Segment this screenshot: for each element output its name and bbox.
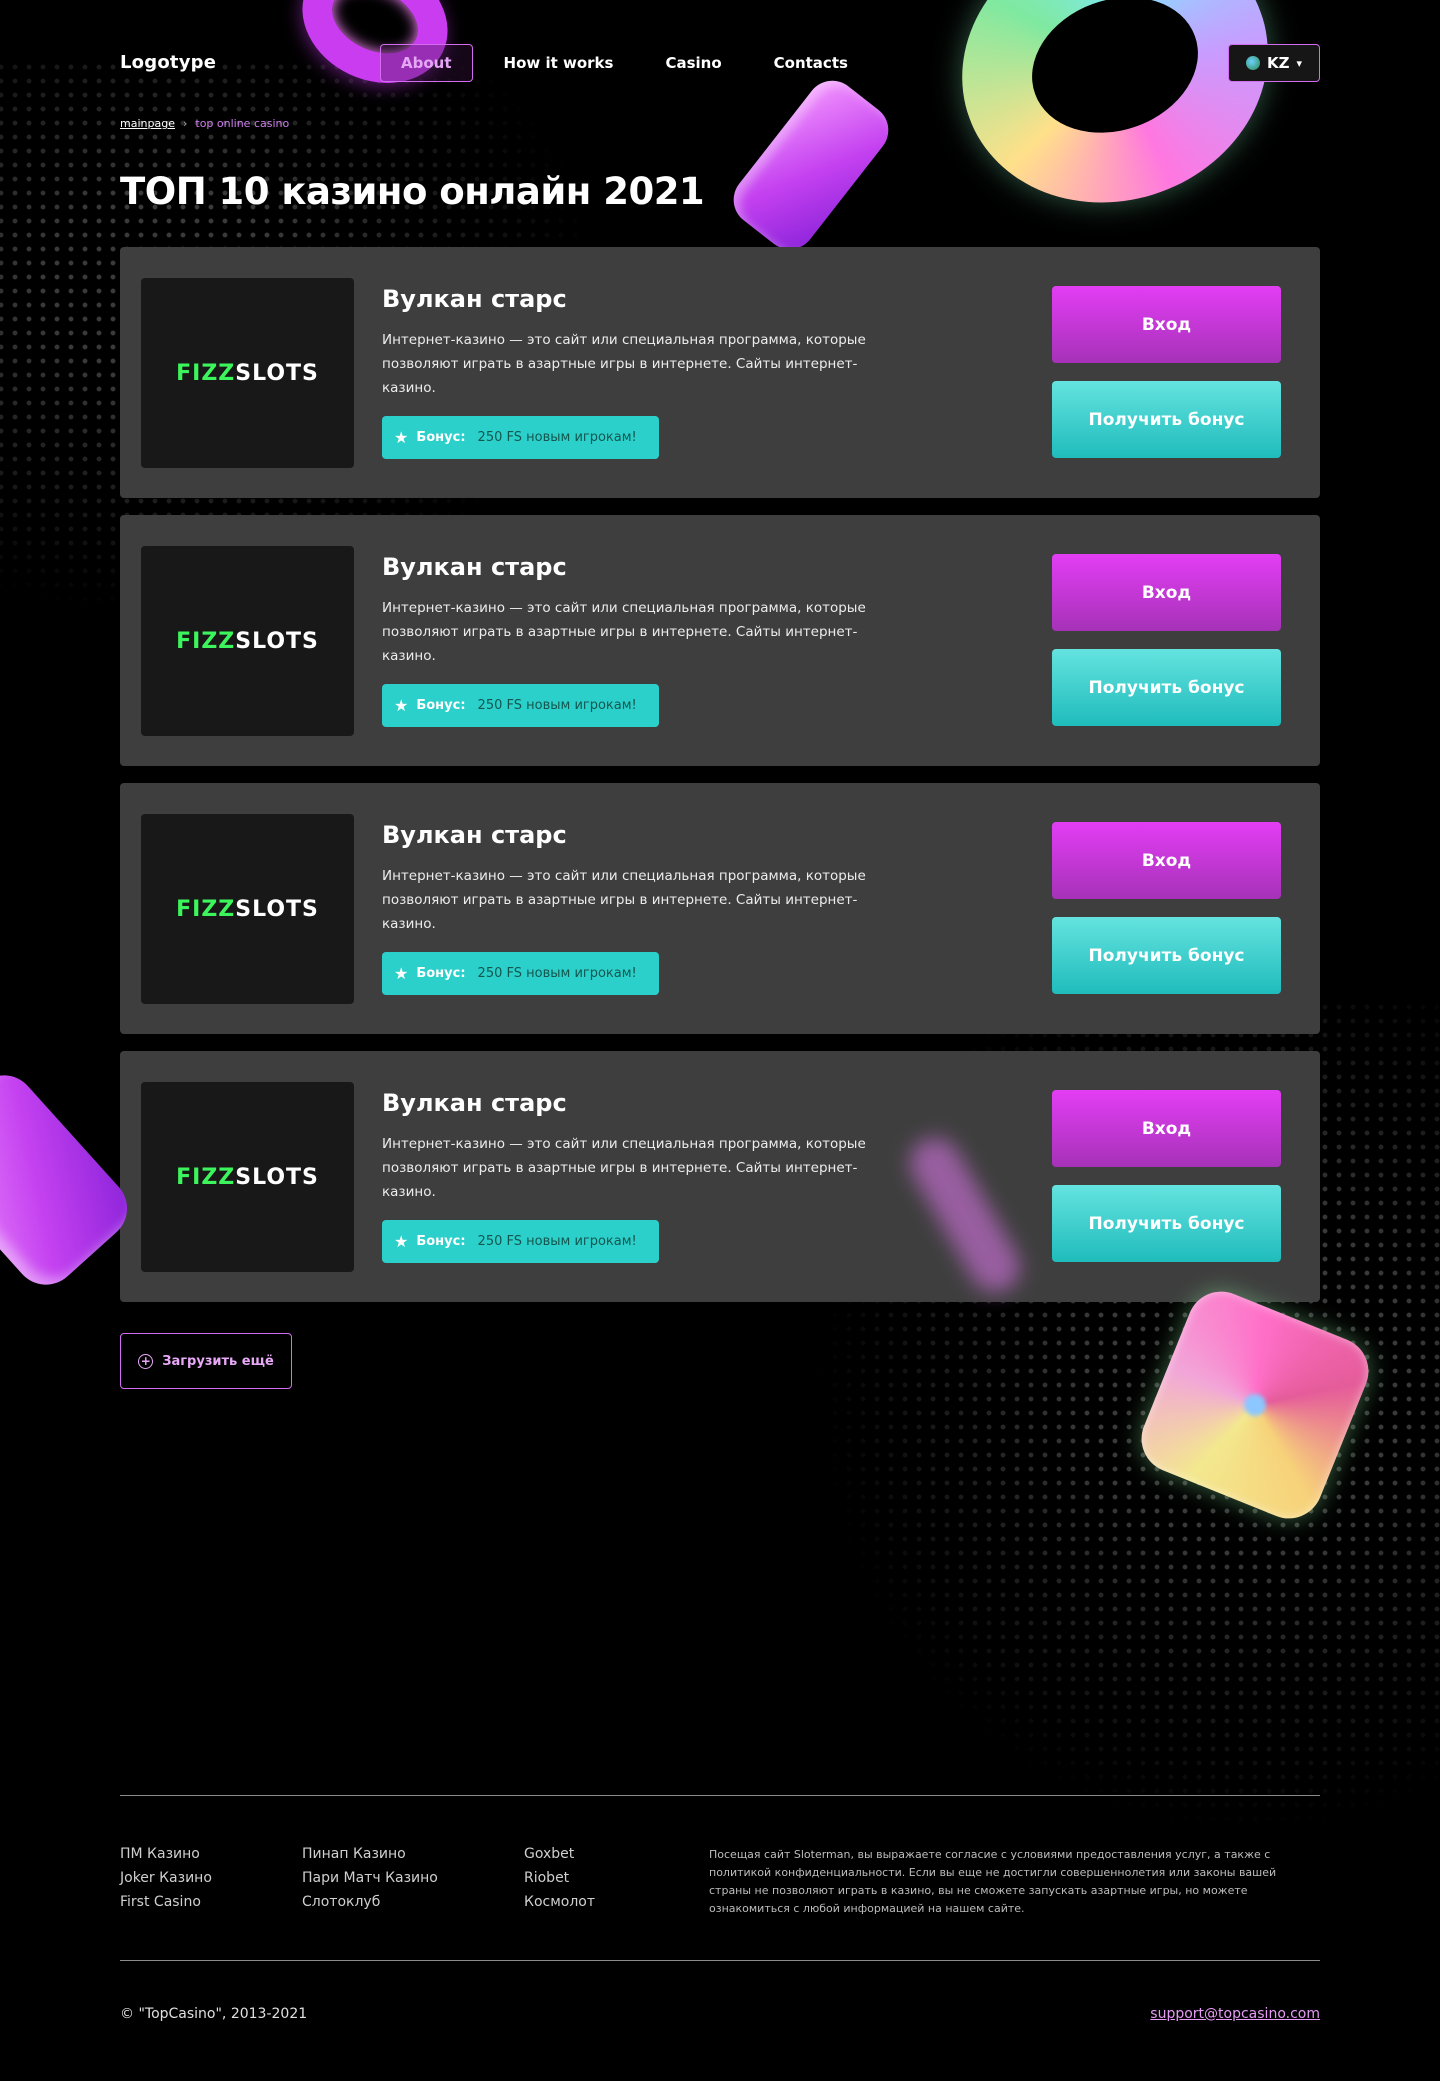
globe-icon xyxy=(1245,56,1260,70)
casino-description: Интернет-казино — это сайт или специальн… xyxy=(382,332,866,396)
star-icon: ★ xyxy=(394,427,409,447)
star-icon: ★ xyxy=(394,695,409,715)
casino-logo-text-slots: SLOTS xyxy=(235,360,319,386)
bonus-badge: ★ Бонус: 250 FS новым игрокам! xyxy=(382,952,659,995)
footer-link[interactable]: Слотоклуб xyxy=(302,1892,438,1912)
casino-description: Интернет-казино — это сайт или специальн… xyxy=(382,1136,866,1200)
get-bonus-button[interactable]: Получить бонус xyxy=(1052,917,1281,994)
nav-item-about[interactable]: About xyxy=(380,44,473,82)
casino-logo-text-slots: SLOTS xyxy=(235,896,319,922)
enter-button[interactable]: Вход xyxy=(1052,554,1281,631)
main-nav: About How it works Casino Contacts xyxy=(380,44,869,82)
nav-item-how-it-works[interactable]: How it works xyxy=(483,44,635,82)
footer-link[interactable]: Пари Матч Казино xyxy=(302,1868,438,1888)
casino-logo-text-fizz: FIZZ xyxy=(176,1164,236,1190)
get-bonus-button[interactable]: Получить бонус xyxy=(1052,381,1281,458)
casino-name: Вулкан старс xyxy=(382,1089,567,1117)
footer-link[interactable]: Космолот xyxy=(524,1892,595,1912)
language-selector[interactable]: KZ ▾ xyxy=(1228,44,1320,82)
plus-circle-icon: + xyxy=(138,1353,154,1369)
support-email-link[interactable]: support@topcasino.com xyxy=(1150,2006,1320,2022)
footer-link[interactable]: Пинап Казино xyxy=(302,1844,438,1864)
casino-logo[interactable]: FIZZ SLOTS xyxy=(141,814,354,1004)
casino-card: FIZZ SLOTS Вулкан старс Интернет-казино —… xyxy=(120,247,1320,498)
casino-logo-text-fizz: FIZZ xyxy=(176,360,236,386)
copyright: © "TopCasino", 2013-2021 xyxy=(120,2006,308,2022)
casino-card: FIZZ SLOTS Вулкан старс Интернет-казино —… xyxy=(120,515,1320,766)
casino-logo-text-slots: SLOTS xyxy=(235,1164,319,1190)
load-more-button[interactable]: + Загрузить ещё xyxy=(120,1333,292,1389)
footer-links-column: ПМ Казино Joker Казино First Casino xyxy=(120,1844,212,1912)
get-bonus-button[interactable]: Получить бонус xyxy=(1052,649,1281,726)
bonus-badge: ★ Бонус: 250 FS новым игрокам! xyxy=(382,684,659,727)
bonus-value: 250 FS новым игрокам! xyxy=(477,966,637,981)
footer-links-column: Goxbet Riobet Космолот xyxy=(524,1844,595,1912)
bonus-value: 250 FS новым игрокам! xyxy=(477,698,637,713)
page: Logotype About How it works Casino Conta… xyxy=(0,0,1440,2081)
site-header: Logotype About How it works Casino Conta… xyxy=(120,44,1320,84)
casino-list: FIZZ SLOTS Вулкан старс Интернет-казино —… xyxy=(120,247,1320,1319)
breadcrumb-home-link[interactable]: mainpage xyxy=(120,117,175,130)
star-icon: ★ xyxy=(394,1231,409,1251)
enter-button[interactable]: Вход xyxy=(1052,822,1281,899)
footer-link[interactable]: Goxbet xyxy=(524,1844,595,1864)
bonus-label: Бонус: xyxy=(416,430,466,445)
casino-name: Вулкан старс xyxy=(382,553,567,581)
get-bonus-button[interactable]: Получить бонус xyxy=(1052,1185,1281,1262)
casino-logo[interactable]: FIZZ SLOTS xyxy=(141,546,354,736)
footer-link[interactable]: Riobet xyxy=(524,1868,595,1888)
casino-description: Интернет-казино — это сайт или специальн… xyxy=(382,868,866,932)
casino-logo[interactable]: FIZZ SLOTS xyxy=(141,1082,354,1272)
casino-logo-text-fizz: FIZZ xyxy=(176,896,236,922)
footer-divider xyxy=(120,1795,1320,1796)
breadcrumb-current: top online casino xyxy=(195,117,290,130)
footer-link[interactable]: Joker Казино xyxy=(120,1868,212,1888)
bonus-label: Бонус: xyxy=(416,1234,466,1249)
bonus-value: 250 FS новым игрокам! xyxy=(477,430,637,445)
enter-button[interactable]: Вход xyxy=(1052,286,1281,363)
breadcrumb-separator: › xyxy=(182,117,188,130)
breadcrumb: mainpage › top online casino xyxy=(120,117,289,130)
bonus-value: 250 FS новым игрокам! xyxy=(477,1234,637,1249)
footer-link[interactable]: ПМ Казино xyxy=(120,1844,212,1864)
pill-decoration xyxy=(723,70,899,260)
load-more-label: Загрузить ещё xyxy=(162,1353,274,1369)
footer-divider xyxy=(120,1960,1320,1961)
logo[interactable]: Logotype xyxy=(120,52,216,73)
casino-name: Вулкан старс xyxy=(382,821,567,849)
star-icon: ★ xyxy=(394,963,409,983)
chevron-down-icon: ▾ xyxy=(1296,56,1303,70)
enter-button[interactable]: Вход xyxy=(1052,1090,1281,1167)
torus-decoration xyxy=(923,0,1307,245)
casino-logo-text-fizz: FIZZ xyxy=(176,628,236,654)
casino-description: Интернет-казино — это сайт или специальн… xyxy=(382,600,866,664)
footer-disclaimer: Посещая сайт Sloterman, вы выражаете сог… xyxy=(709,1848,1277,1915)
casino-logo-text-slots: SLOTS xyxy=(235,628,319,654)
casino-logo[interactable]: FIZZ SLOTS xyxy=(141,278,354,468)
footer-link[interactable]: First Casino xyxy=(120,1892,212,1912)
casino-card: FIZZ SLOTS Вулкан старс Интернет-казино —… xyxy=(120,783,1320,1034)
bonus-badge: ★ Бонус: 250 FS новым игрокам! xyxy=(382,1220,659,1263)
casino-card: FIZZ SLOTS Вулкан старс Интернет-казино —… xyxy=(120,1051,1320,1302)
footer-links-column: Пинап Казино Пари Матч Казино Слотоклуб xyxy=(302,1844,438,1912)
bonus-badge: ★ Бонус: 250 FS новым игрокам! xyxy=(382,416,659,459)
language-code: KZ xyxy=(1266,54,1290,72)
bonus-label: Бонус: xyxy=(416,698,466,713)
casino-name: Вулкан старс xyxy=(382,285,567,313)
nav-item-casino[interactable]: Casino xyxy=(644,44,742,82)
page-title: ТОП 10 казино онлайн 2021 xyxy=(120,170,705,213)
bonus-label: Бонус: xyxy=(416,966,466,981)
nav-item-contacts[interactable]: Contacts xyxy=(753,44,869,82)
